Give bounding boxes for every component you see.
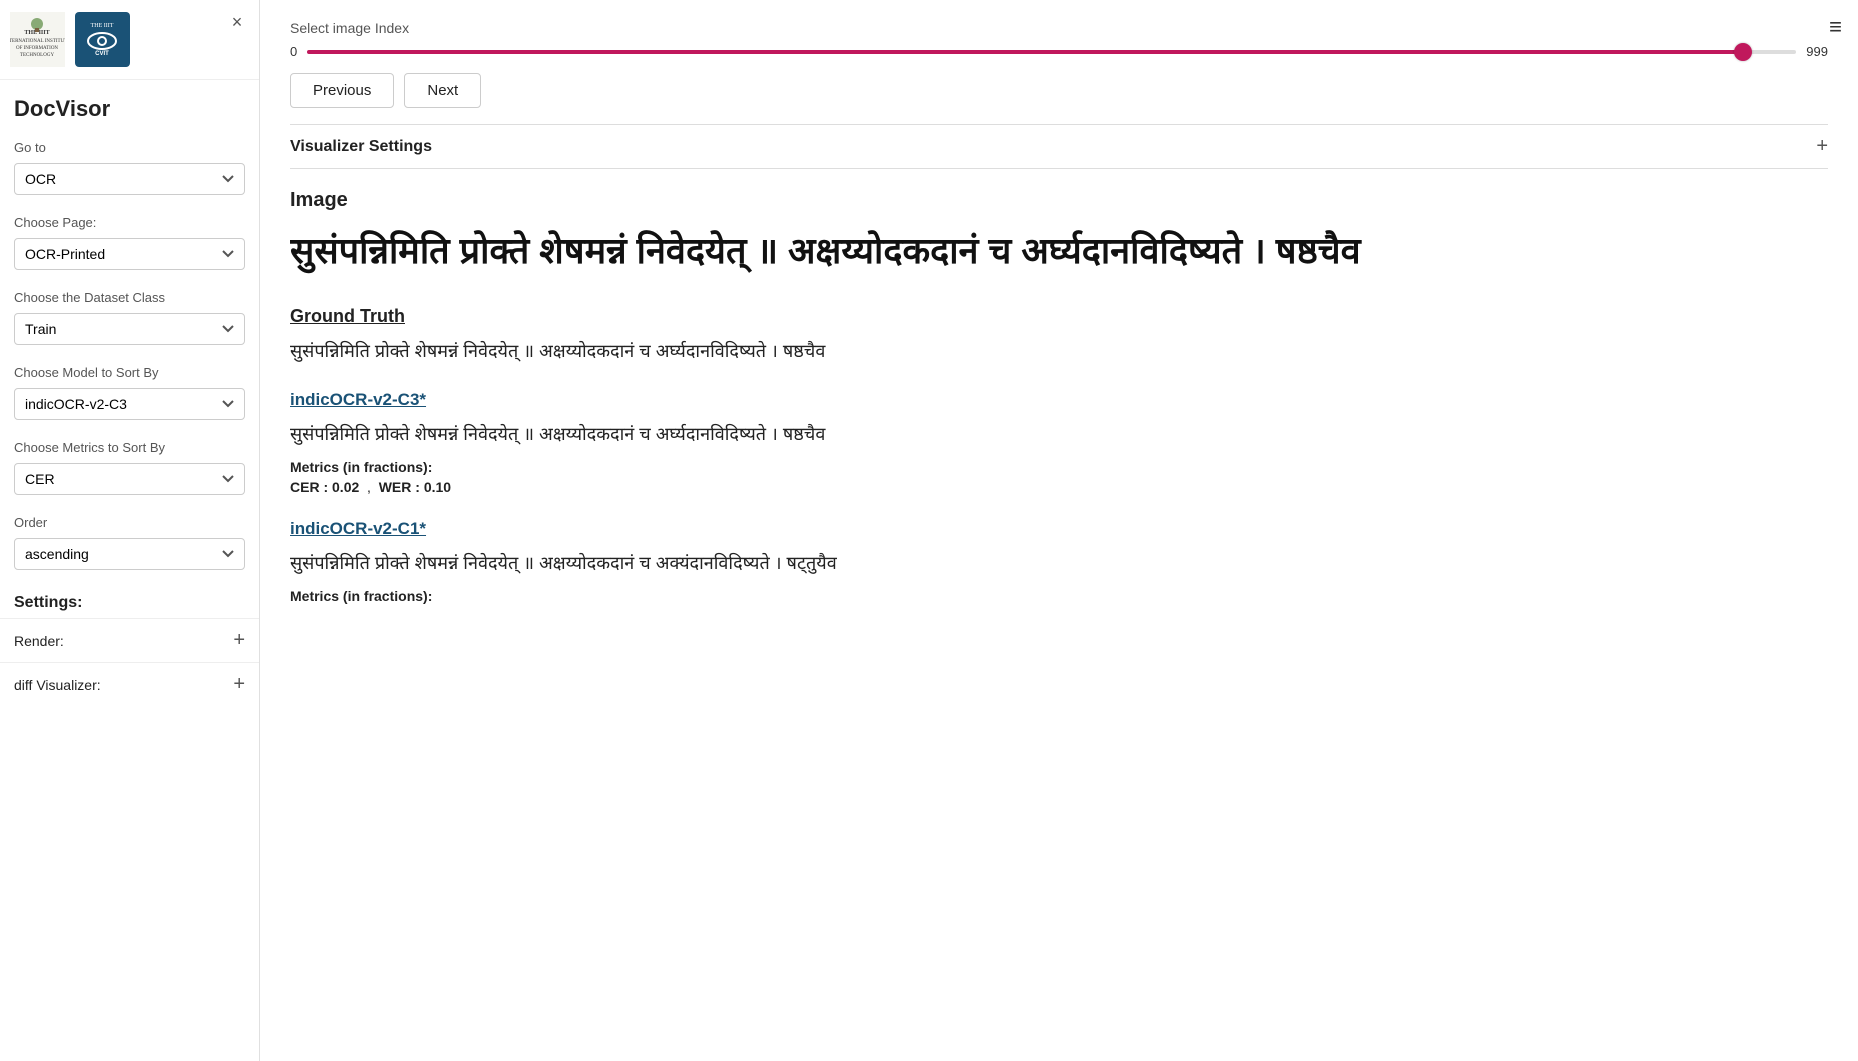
model-2-output: सुसंपन्निमिति प्रोक्ते शेषमन्नं निवेदयेत… — [290, 549, 1828, 578]
choose-metrics-select-wrap: CER WER — [0, 459, 259, 505]
choose-model-label: Choose Model to Sort By — [0, 355, 259, 384]
model-2-title[interactable]: indicOCR-v2-C1* — [290, 519, 1828, 539]
svg-text:INTERNATIONAL INSTITUTE: INTERNATIONAL INSTITUTE — [10, 39, 65, 44]
image-section-title: Image — [290, 189, 1828, 212]
slider-max-value: 999 — [1806, 44, 1828, 59]
go-to-select-wrap: OCR — [0, 159, 259, 205]
next-button[interactable]: Next — [404, 73, 481, 108]
previous-button[interactable]: Previous — [290, 73, 394, 108]
model-1-title[interactable]: indicOCR-v2-C3* — [290, 390, 1828, 410]
choose-model-select-wrap: indicOCR-v2-C3 indicOCR-v2-C1 — [0, 384, 259, 430]
diff-visualizer-label: diff Visualizer: — [14, 677, 101, 693]
model-1-metrics-values: CER : 0.02 , WER : 0.10 — [290, 479, 1828, 495]
image-index-slider[interactable] — [307, 50, 1796, 54]
cvit-logo: THE IIIT CVIT — [75, 12, 130, 67]
visualizer-plus-button[interactable]: + — [1816, 135, 1828, 158]
go-to-select[interactable]: OCR — [14, 163, 245, 195]
visualizer-settings-bar: Visualizer Settings + — [290, 124, 1828, 169]
choose-page-label: Choose Page: — [0, 205, 259, 234]
image-devanagari-text: सुसंपन्निमिति प्रोक्ते शेषमन्नं निवेदयेत… — [290, 226, 1828, 276]
model-1-metrics-label: Metrics (in fractions): — [290, 459, 1828, 475]
choose-metrics-label: Choose Metrics to Sort By — [0, 430, 259, 459]
choose-page-select-wrap: OCR-Printed OCR-Handwritten — [0, 234, 259, 280]
settings-title: Settings: — [0, 580, 259, 618]
svg-text:TECHNOLOGY: TECHNOLOGY — [20, 53, 55, 58]
hamburger-menu-button[interactable]: ≡ — [1829, 14, 1842, 40]
close-button[interactable]: × — [225, 10, 249, 34]
choose-page-select[interactable]: OCR-Printed OCR-Handwritten — [14, 238, 245, 270]
choose-metrics-select[interactable]: CER WER — [14, 463, 245, 495]
diff-visualizer-plus-button[interactable]: + — [233, 673, 245, 696]
visualizer-settings-title: Visualizer Settings — [290, 138, 432, 156]
go-to-label: Go to — [0, 130, 259, 159]
model-2-metrics-label: Metrics (in fractions): — [290, 588, 1828, 604]
iiit-logo: THE IIIT INTERNATIONAL INSTITUTE OF INFO… — [10, 12, 65, 67]
slider-row: 0 999 — [290, 44, 1828, 59]
render-label: Render: — [14, 633, 64, 649]
choose-dataset-label: Choose the Dataset Class — [0, 280, 259, 309]
diff-visualizer-row: diff Visualizer: + — [0, 662, 259, 706]
choose-dataset-select[interactable]: Train Test Val — [14, 313, 245, 345]
main-content: ≡ Select image Index 0 999 Previous Next… — [260, 0, 1858, 1061]
render-row: Render: + — [0, 618, 259, 662]
sidebar: THE IIIT INTERNATIONAL INSTITUTE OF INFO… — [0, 0, 260, 1061]
sidebar-header: THE IIIT INTERNATIONAL INSTITUTE OF INFO… — [0, 0, 259, 80]
ground-truth-title: Ground Truth — [290, 306, 1828, 327]
slider-label: Select image Index — [290, 20, 1828, 36]
model-1-cer-value: 0.02 — [332, 479, 359, 495]
order-select-wrap: ascending descending — [0, 534, 259, 580]
choose-dataset-select-wrap: Train Test Val — [0, 309, 259, 355]
app-title: DocVisor — [0, 80, 259, 130]
render-plus-button[interactable]: + — [233, 629, 245, 652]
model-1-wer-label: WER : — [379, 479, 420, 495]
slider-min-value: 0 — [290, 44, 297, 59]
model-1-cer-label: CER : — [290, 479, 328, 495]
nav-buttons: Previous Next — [290, 73, 1828, 108]
model-1-wer-value: 0.10 — [424, 479, 451, 495]
choose-model-select[interactable]: indicOCR-v2-C3 indicOCR-v2-C1 — [14, 388, 245, 420]
svg-text:THE IIIT: THE IIIT — [91, 23, 114, 29]
order-label: Order — [0, 505, 259, 534]
order-select[interactable]: ascending descending — [14, 538, 245, 570]
ground-truth-text: सुसंपन्निमिति प्रोक्ते शेषमन्नं निवेदयेत… — [290, 337, 1828, 366]
svg-text:OF INFORMATION: OF INFORMATION — [16, 46, 58, 51]
model-1-output: सुसंपन्निमिति प्रोक्ते शेषमन्नं निवेदयेत… — [290, 420, 1828, 449]
svg-text:CVIT: CVIT — [95, 51, 109, 57]
